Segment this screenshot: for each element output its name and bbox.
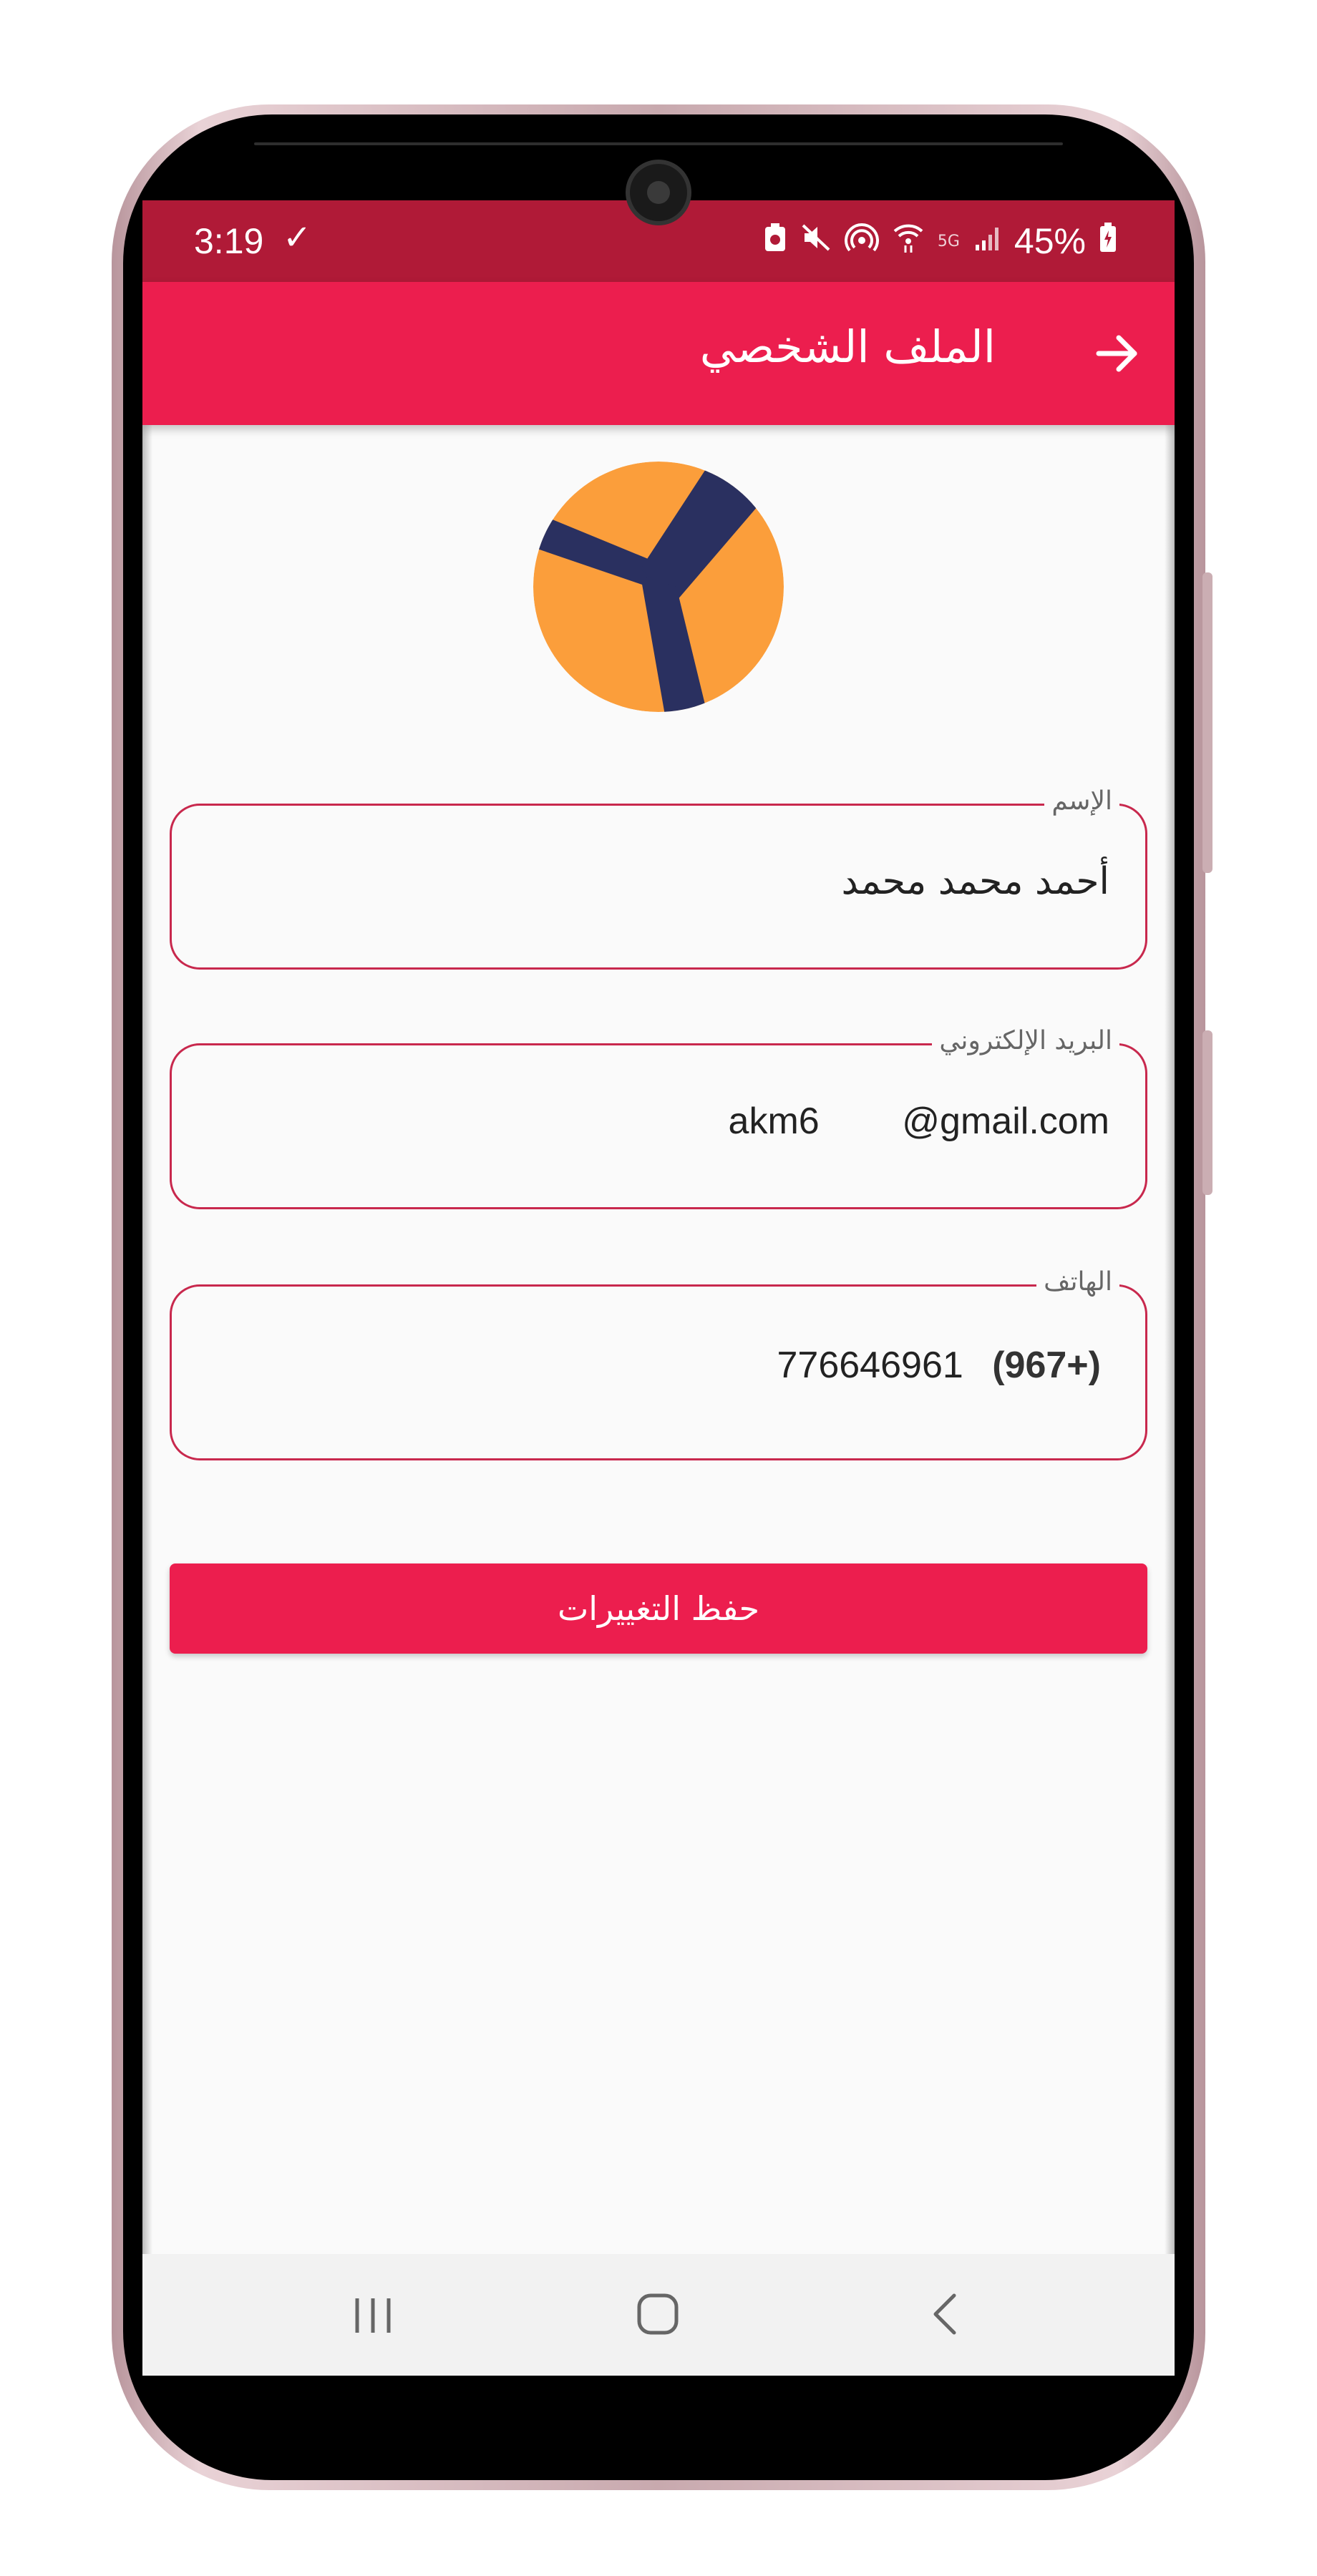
app-bar: الملف الشخصي	[142, 282, 1175, 425]
screen: 3:19 ✓ 5G 45% الملف الشخصي الإسم أحمد مح…	[142, 200, 1175, 2376]
arrow-right-icon	[1096, 335, 1137, 372]
save-button[interactable]: حفظ التغييرات	[170, 1563, 1147, 1654]
signal-icon	[973, 223, 1001, 260]
email-field[interactable]: البريد الإلكتروني akm6 @gmail.com	[170, 1027, 1147, 1209]
avatar-logo-icon	[533, 462, 784, 712]
avatar[interactable]	[533, 462, 784, 712]
hotspot-icon	[844, 222, 879, 261]
name-input[interactable]: أحمد محمد محمد	[841, 860, 1109, 903]
system-nav-bar	[142, 2254, 1175, 2376]
front-camera	[630, 164, 687, 221]
mute-icon	[800, 223, 832, 260]
home-icon	[637, 2293, 679, 2335]
power-button	[1202, 1030, 1212, 1195]
phone-country-code[interactable]: (967+)	[992, 1345, 1101, 1386]
phone-field[interactable]: الهاتف 776646961 (967+)	[170, 1268, 1147, 1460]
5g-icon: 5G	[937, 232, 960, 250]
recents-button[interactable]	[351, 2296, 394, 2336]
name-field[interactable]: الإسم أحمد محمد محمد	[170, 787, 1147, 970]
back-button[interactable]	[1089, 325, 1146, 382]
home-button[interactable]	[636, 2293, 679, 2336]
name-label: الإسم	[1044, 787, 1119, 816]
wifi-icon	[892, 221, 925, 262]
speaker-grille	[254, 142, 1063, 145]
phone-input[interactable]: 776646961 (967+)	[777, 1344, 1102, 1387]
nav-back-button[interactable]	[927, 2291, 963, 2337]
status-icons: 5G 45%	[763, 220, 1117, 262]
email-label: البريد الإلكتروني	[932, 1027, 1119, 1055]
back-chevron-icon	[933, 2293, 956, 2335]
phone-number: 776646961	[777, 1345, 963, 1386]
battery-charging-icon	[1099, 222, 1117, 261]
email-input[interactable]: akm6 @gmail.com	[729, 1100, 1109, 1143]
page-title: الملف الشخصي	[699, 321, 996, 373]
recents-icon	[355, 2298, 391, 2333]
status-time: 3:19	[194, 221, 264, 261]
phone-label: الهاتف	[1036, 1268, 1119, 1297]
battery-percent: 45%	[1014, 221, 1086, 261]
check-icon: ✓	[283, 218, 312, 258]
battery-saver-icon	[763, 223, 787, 260]
volume-button	[1202, 572, 1212, 873]
